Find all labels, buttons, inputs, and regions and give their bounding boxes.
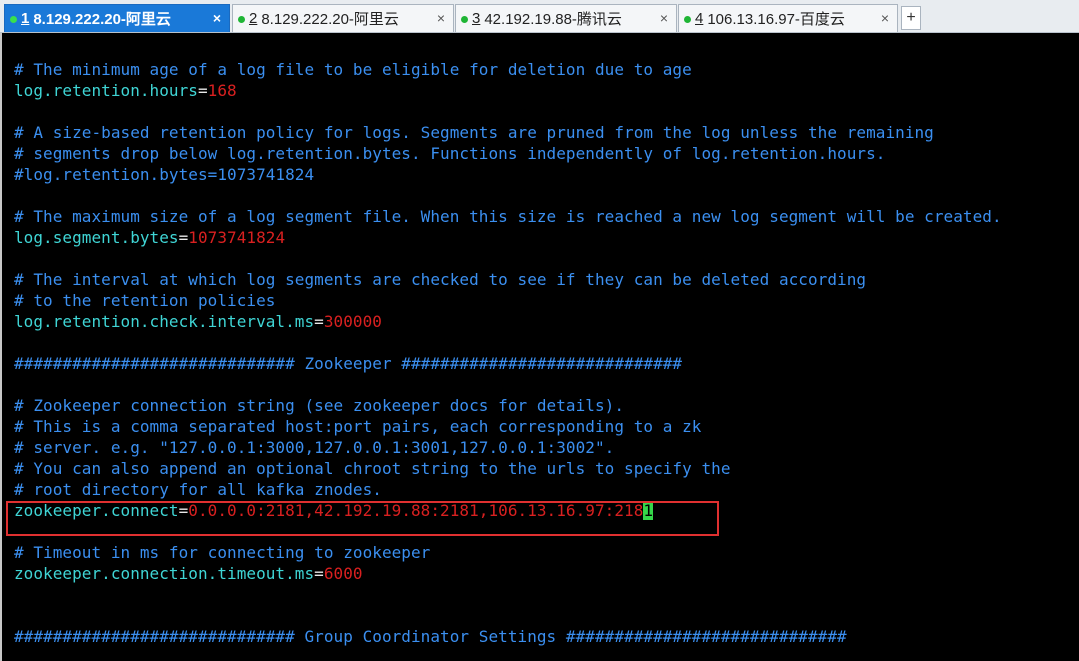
session-tab-4[interactable]: 4 106.13.16.97-百度云 × <box>678 4 898 32</box>
tab-number: 1 <box>21 10 30 27</box>
status-dot-icon <box>238 16 245 23</box>
config-comment: # root directory for all kafka znodes. <box>14 480 382 499</box>
config-line: zookeeper.connection.timeout.ms=6000 <box>14 563 363 584</box>
config-comment: # A size-based retention policy for logs… <box>14 123 934 142</box>
config-line: log.retention.hours=168 <box>14 80 237 101</box>
config-comment: # Timeout in ms for connecting to zookee… <box>14 543 431 562</box>
config-value: 1073741824 <box>188 228 286 247</box>
config-comment: # The interval at which log segments are… <box>14 270 867 289</box>
config-value: 300000 <box>323 312 382 331</box>
session-tab-bar: 1 8.129.222.20-阿里云 × 2 8.129.222.20-阿里云 … <box>0 0 1079 33</box>
config-comment: # This is a comma separated host:port pa… <box>14 417 702 436</box>
close-tab-icon[interactable]: × <box>437 10 445 26</box>
section-header: ############################# Zookeeper … <box>14 354 683 373</box>
config-comment: # The maximum size of a log segment file… <box>14 207 1002 226</box>
config-key: log.retention.hours <box>14 81 198 100</box>
config-comment: # You can also append an optional chroot… <box>14 459 731 478</box>
config-key: log.retention.check.interval.ms <box>14 312 315 331</box>
highlight-box <box>6 501 719 536</box>
session-tab-2[interactable]: 2 8.129.222.20-阿里云 × <box>232 4 454 32</box>
session-tab-3[interactable]: 3 42.192.19.88-腾讯云 × <box>455 4 677 32</box>
status-dot-icon <box>10 16 17 23</box>
tab-label: 8.129.222.20-阿里云 <box>33 11 171 28</box>
session-tab-1[interactable]: 1 8.129.222.20-阿里云 × <box>4 4 230 32</box>
equals-sign: = <box>314 312 324 331</box>
equals-sign: = <box>178 228 189 247</box>
config-comment: # to the retention policies <box>14 291 276 310</box>
tab-label: 8.129.222.20-阿里云 <box>261 11 399 28</box>
config-comment: #log.retention.bytes=1073741824 <box>14 165 315 184</box>
config-comment: # segments drop below log.retention.byte… <box>14 144 886 163</box>
status-dot-icon <box>684 16 691 23</box>
config-comment: # server. e.g. "127.0.0.1:3000,127.0.0.1… <box>14 438 615 457</box>
config-value: 168 <box>207 81 237 100</box>
tab-label: 106.13.16.97-百度云 <box>707 11 845 28</box>
close-tab-icon[interactable]: × <box>660 10 668 26</box>
equals-sign: = <box>314 564 324 583</box>
config-key: log.segment.bytes <box>14 228 179 247</box>
tab-number: 2 <box>249 10 258 27</box>
status-dot-icon <box>461 16 468 23</box>
close-tab-icon[interactable]: × <box>213 10 221 26</box>
config-comment: # Zookeeper connection string (see zooke… <box>14 396 625 415</box>
tab-label: 42.192.19.88-腾讯云 <box>484 11 622 28</box>
section-header: ############################# Group Coor… <box>14 627 847 646</box>
equals-sign: = <box>197 81 208 100</box>
config-value: 6000 <box>323 564 363 583</box>
config-line: log.segment.bytes=1073741824 <box>14 227 285 248</box>
config-line: log.retention.check.interval.ms=300000 <box>14 311 382 332</box>
terminal-view[interactable]: # The minimum age of a log file to be el… <box>0 33 1079 661</box>
new-tab-button[interactable]: + <box>901 6 921 30</box>
config-key: zookeeper.connection.timeout.ms <box>14 564 315 583</box>
config-comment: # The minimum age of a log file to be el… <box>14 60 692 79</box>
tab-number: 4 <box>695 10 704 27</box>
tab-number: 3 <box>472 10 481 27</box>
close-tab-icon[interactable]: × <box>881 10 889 26</box>
